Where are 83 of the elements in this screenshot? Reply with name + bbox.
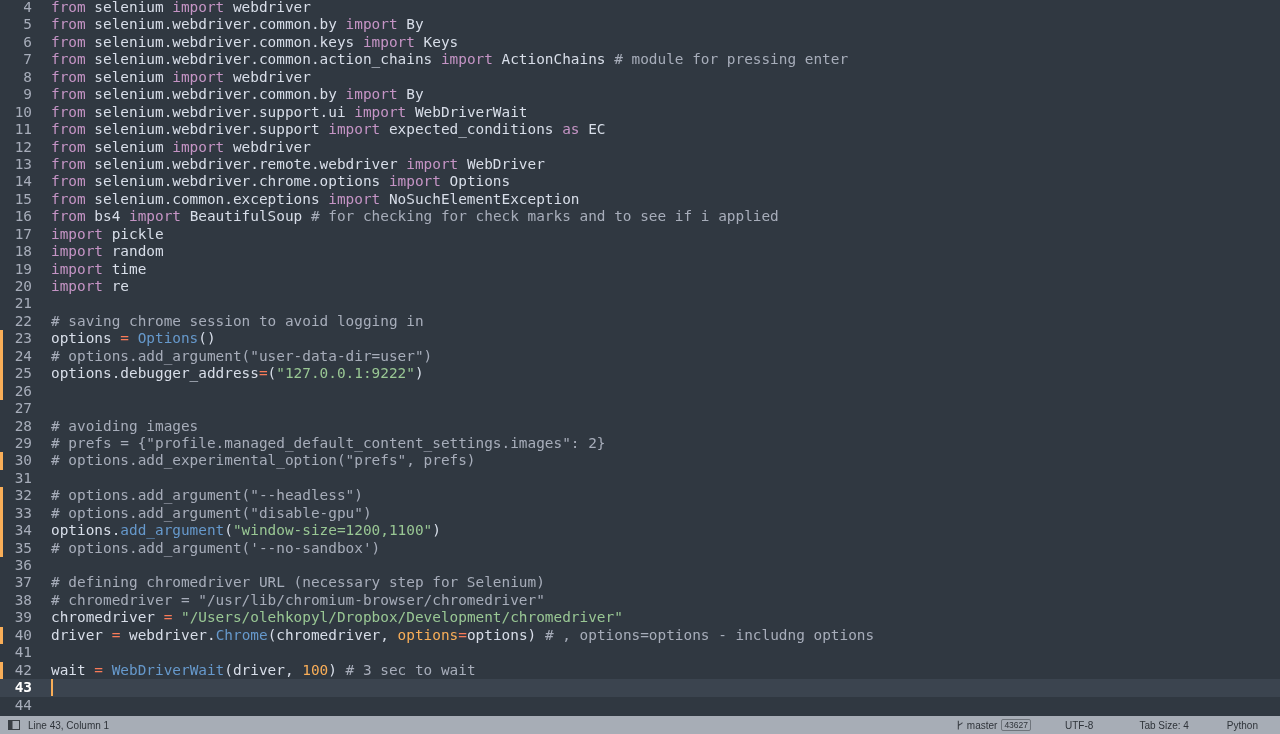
- line-number: 12: [13, 138, 32, 156]
- line-number: 36: [13, 557, 32, 575]
- line-number: 6: [22, 33, 32, 52]
- line-number: 27: [13, 400, 32, 418]
- line-number: 32: [13, 487, 32, 505]
- encoding-label[interactable]: UTF-8: [1065, 719, 1094, 731]
- line-number: 17: [13, 225, 32, 244]
- text-cursor: [51, 679, 53, 697]
- commit-count-badge: 43627: [1001, 719, 1032, 731]
- line-number: 11: [13, 121, 32, 139]
- code-line: import pickle: [51, 225, 165, 244]
- line-number: 25: [13, 365, 32, 383]
- sidebar-toggle-icon[interactable]: [8, 720, 20, 730]
- cursor-position: Line 43, Column 1: [28, 719, 110, 731]
- line-number: 4: [22, 0, 32, 17]
- code-line: # options.add_argument("disable-gpu"): [51, 504, 373, 523]
- code-line: options = Options(): [51, 330, 217, 348]
- code-line: chromedriver = "/Users/olehkopyl/Dropbox/Development/chromedriver": [51, 609, 624, 627]
- code-line: # saving chrome session to avoid logging in: [51, 312, 425, 331]
- code-line: from bs4 import BeautifulSoup # for checking for check marks and to see if i applied: [51, 208, 780, 226]
- code-line: import re: [51, 278, 130, 296]
- line-number: 26: [13, 382, 32, 401]
- line-number: 23: [13, 330, 32, 348]
- code-line: from selenium.webdriver.common.by import By: [51, 86, 425, 104]
- line-number: 16: [13, 208, 32, 226]
- line-number: 35: [13, 539, 32, 557]
- line-number: 8: [22, 68, 32, 87]
- code-line: from selenium.webdriver.chrome.options import Options: [51, 173, 512, 191]
- line-number: 20: [13, 278, 32, 296]
- code-line: import time: [51, 260, 148, 278]
- code-line: # chromedriver = "/usr/lib/chromium-browser/chromedriver": [51, 591, 546, 610]
- line-number: 33: [13, 504, 32, 523]
- line-number: 14: [13, 173, 32, 191]
- line-number: 9: [22, 86, 32, 104]
- branch-name[interactable]: master: [966, 719, 998, 731]
- line-number: 37: [13, 574, 32, 592]
- line-number: 41: [13, 644, 32, 662]
- line-number: 13: [13, 155, 32, 174]
- line-number: 18: [13, 243, 32, 261]
- code-line: from selenium import webdriver: [51, 0, 312, 17]
- syntax-label[interactable]: Python: [1226, 719, 1258, 731]
- line-number: 21: [13, 295, 32, 313]
- code-line: options.add_argument("window-size=1200,1100"): [51, 522, 442, 540]
- code-line: # options.add_argument('--no-sandbox'): [51, 539, 382, 557]
- code-line: # prefs = {"profile.managed_default_content_settings.images": 2}: [51, 434, 607, 453]
- code-line: options.debugger_address=("127.0.0.1:9222"): [51, 365, 425, 383]
- code-line: driver = webdriver.Chrome(chromedriver, options=options) # , options=options - includng options: [51, 626, 876, 645]
- code-line: # options.add_argument("user-data-dir=user"): [51, 347, 434, 366]
- code-line: from selenium import webdriver: [51, 68, 312, 87]
- line-number: 40: [13, 626, 32, 645]
- line-number: 30: [13, 452, 32, 470]
- code-line: from selenium.webdriver.remote.webdriver import WebDriver: [51, 155, 546, 174]
- line-number: 28: [13, 417, 32, 435]
- branch-icon: [956, 720, 964, 730]
- code-line: from selenium.webdriver.common.keys import Keys: [51, 33, 460, 52]
- line-number: 29: [13, 434, 32, 453]
- code-line: from selenium.webdriver.common.by import By: [51, 16, 425, 34]
- line-number: 44: [13, 696, 32, 714]
- line-number: 39: [13, 609, 32, 627]
- line-number: 5: [22, 16, 32, 34]
- code-line: # options.add_experimental_option("prefs", prefs): [51, 452, 477, 470]
- line-number: 24: [13, 347, 32, 366]
- code-line: wait = WebDriverWait(driver, 100) # 3 sec to wait: [51, 661, 477, 680]
- code-line: from selenium import webdriver: [51, 138, 312, 156]
- line-number: 38: [13, 591, 32, 610]
- code-line: from selenium.webdriver.support import expected_conditions as EC: [51, 121, 607, 139]
- tab-size-label[interactable]: Tab Size: 4: [1139, 719, 1189, 731]
- code-line: from selenium.webdriver.support.ui import WebDriverWait: [51, 103, 529, 122]
- code-line: import random: [51, 243, 165, 261]
- line-number: 43: [13, 679, 32, 697]
- line-number: 34: [13, 522, 32, 540]
- code-line: # options.add_argument("--headless"): [51, 487, 364, 505]
- code-line: from selenium.common.exceptions import NoSuchElementException: [51, 190, 581, 209]
- line-number: 7: [22, 51, 32, 69]
- line-number: 42: [13, 661, 32, 680]
- code-line: # avoiding images: [51, 417, 200, 435]
- code-line: # defining chromedriver URL (necessary step for Selenium): [51, 574, 546, 592]
- line-number: 31: [13, 469, 32, 488]
- line-number: 22: [13, 312, 32, 331]
- code-line: from selenium.webdriver.common.action_chains import ActionChains # module for pressing enter: [51, 51, 850, 69]
- line-number: 10: [13, 103, 32, 122]
- line-number: 15: [13, 190, 32, 209]
- line-number: 19: [13, 260, 32, 278]
